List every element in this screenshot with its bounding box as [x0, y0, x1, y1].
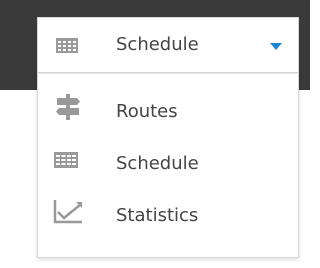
view-select[interactable]: Schedule [37, 17, 299, 73]
menu-item-label: Schedule [116, 153, 199, 174]
calendar-grid-icon [56, 38, 78, 53]
menu-item-statistics[interactable]: Statistics [38, 192, 298, 244]
menu-item-label: Routes [116, 101, 178, 122]
menu-item-schedule[interactable]: Schedule [38, 140, 298, 192]
selected-view-label: Schedule [116, 34, 199, 55]
caret-down-icon[interactable] [270, 43, 282, 50]
calendar-grid-icon [50, 148, 86, 178]
line-chart-icon [50, 196, 86, 226]
view-dropdown-menu: Routes Schedule Statistics [37, 73, 299, 258]
signpost-icon [50, 92, 86, 122]
menu-item-routes[interactable]: Routes [38, 88, 298, 140]
menu-item-label: Statistics [116, 205, 199, 226]
